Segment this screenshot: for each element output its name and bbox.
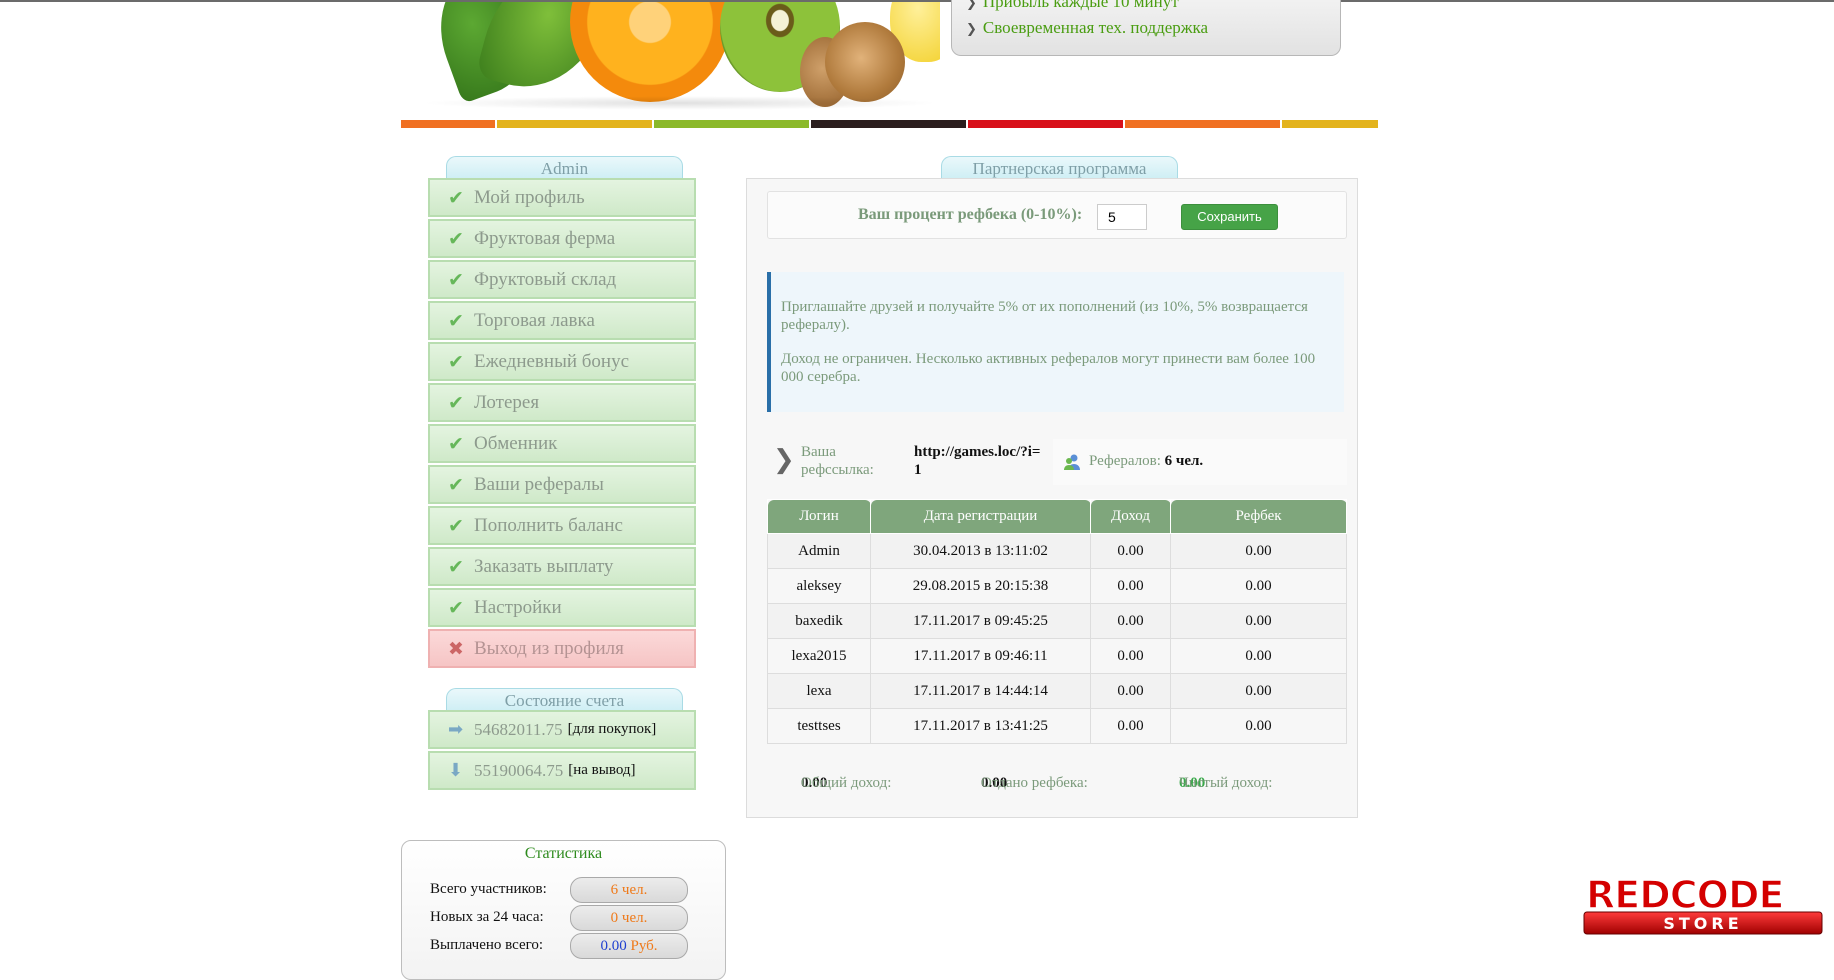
- column-header: Доход: [1090, 499, 1171, 534]
- stat-label: Выплачено всего:: [430, 937, 544, 953]
- check-icon: ✔: [448, 432, 464, 455]
- sidebar-item-exchange[interactable]: ✔ Обменник: [428, 424, 696, 463]
- users-icon: [1064, 454, 1080, 470]
- column-header: Логин: [767, 499, 871, 534]
- chevron-right-icon: ❯: [966, 0, 977, 11]
- stat-label: Новых за 24 часа:: [430, 909, 544, 925]
- net-income: Чистый доход: 0.00: [1179, 775, 1273, 791]
- table-row: lexa 17.11.2017 в 14:44:14 0.00 0.00: [767, 673, 1347, 709]
- column-header: Рефбек: [1170, 499, 1347, 534]
- table-row: Admin 30.04.2013 в 13:11:02 0.00 0.00: [767, 533, 1347, 569]
- statistics-box: Статистика Всего участников: 6 чел. Новы…: [401, 840, 726, 980]
- feature-item: ❯ Своевременная тех. поддержка: [966, 18, 1209, 37]
- column-header: Дата регистрации: [870, 499, 1091, 534]
- check-icon: ✔: [448, 555, 464, 578]
- arrow-right-icon: ➡: [448, 719, 464, 740]
- refback-label: Ваш процент рефбека (0-10%):: [858, 206, 1083, 223]
- stat-label: Всего участников:: [430, 881, 547, 897]
- referrals-table: Логин Дата регистрации Доход Рефбек Admi…: [767, 499, 1347, 744]
- chevron-right-icon: ❯: [966, 22, 977, 37]
- ref-link-label: Ваша рефссылка:: [801, 444, 874, 478]
- check-icon: ✔: [448, 227, 464, 250]
- redcode-store-logo: REDCODE STORE: [1583, 872, 1823, 935]
- info-text: Доход не ограничен. Несколько активных р…: [781, 351, 1316, 385]
- ref-link[interactable]: http://games.loc/?i=1: [914, 443, 1044, 479]
- sidebar-item-referrals[interactable]: ✔ Ваши рефералы: [428, 465, 696, 504]
- account-title: Состояние счета: [446, 688, 683, 712]
- stat-value: 0 чел.: [570, 905, 688, 931]
- purchase-balance: ➡ 54682011.75 [для покупок]: [428, 710, 696, 749]
- check-icon: ✔: [448, 268, 464, 291]
- stat-value: 0.00 Руб.: [570, 933, 688, 959]
- chevron-right-icon: ❯: [773, 445, 795, 475]
- sidebar-item-market[interactable]: ✔ Торговая лавка: [428, 301, 696, 340]
- check-icon: ✔: [448, 309, 464, 332]
- table-row: baxedik 17.11.2017 в 09:45:25 0.00 0.00: [767, 603, 1347, 639]
- refback-form: Ваш процент рефбека (0-10%): Сохранить: [767, 191, 1347, 239]
- check-icon: ✔: [448, 596, 464, 619]
- sidebar-item-lottery[interactable]: ✔ Лотерея: [428, 383, 696, 422]
- sidebar-item-withdraw[interactable]: ✔ Заказать выплату: [428, 547, 696, 586]
- total-income: Общий доход: 0.00: [801, 775, 892, 791]
- check-icon: ✔: [448, 514, 464, 537]
- logo-subtext: STORE: [1663, 914, 1742, 933]
- sidebar-item-deposit[interactable]: ✔ Пополнить баланс: [428, 506, 696, 545]
- statistics-title: Статистика: [524, 845, 603, 862]
- referral-link-row: ❯ Ваша рефссылка: http://games.loc/?i=1 …: [767, 437, 1347, 493]
- check-icon: ✔: [448, 391, 464, 414]
- sidebar-item-fruit-warehouse[interactable]: ✔ Фруктовый склад: [428, 260, 696, 299]
- logo-text: REDCODE: [1586, 873, 1783, 917]
- header-banner: [420, 2, 940, 114]
- logout-button[interactable]: ✖ Выход из профиля: [428, 629, 696, 668]
- info-box: Приглашайте друзей и получайте 5% от их …: [767, 272, 1344, 412]
- walnut-image: [825, 22, 905, 102]
- refback-input[interactable]: [1097, 204, 1147, 230]
- sidebar-menu: ✔ Мой профиль ✔ Фруктовая ферма ✔ Фруктовый…: [428, 178, 696, 670]
- stat-value: 6 чел.: [570, 877, 688, 903]
- features-box: ❯ Прибыль каждые 10 минут ❯ Своевременная …: [951, 0, 1341, 56]
- check-icon: ✔: [448, 350, 464, 373]
- partner-title: Партнерская программа: [941, 156, 1178, 180]
- sidebar-item-settings[interactable]: ✔ Настройки: [428, 588, 696, 627]
- save-button[interactable]: Сохранить: [1181, 204, 1278, 230]
- orange-image: [570, 2, 730, 102]
- sidebar-title: Admin: [446, 156, 683, 180]
- account-balance: ➡ 54682011.75 [для покупок] ⬇ 55190064.75 [н…: [428, 710, 696, 792]
- check-icon: ✔: [448, 473, 464, 496]
- sidebar-item-profile[interactable]: ✔ Мой профиль: [428, 178, 696, 217]
- cross-icon: ✖: [448, 637, 464, 660]
- table-row: aleksey 29.08.2015 в 20:15:38 0.00 0.00: [767, 568, 1347, 604]
- arrow-down-icon: ⬇: [448, 760, 464, 781]
- feature-item: ❯ Прибыль каждые 10 минут: [966, 0, 1326, 16]
- refback-given: Отдано рефбека: 0.00: [981, 775, 1088, 791]
- check-icon: ✔: [448, 186, 464, 209]
- info-text: Приглашайте друзей и получайте 5% от их …: [781, 299, 1308, 333]
- partner-panel: Ваш процент рефбека (0-10%): Сохранить П…: [746, 178, 1358, 818]
- color-strip: [401, 120, 1378, 128]
- table-header-row: Логин Дата регистрации Доход Рефбек: [767, 499, 1347, 534]
- table-row: testtses 17.11.2017 в 13:41:25 0.00 0.00: [767, 708, 1347, 744]
- sidebar-item-daily-bonus[interactable]: ✔ Ежедневный бонус: [428, 342, 696, 381]
- referrals-count: Рефералов: 6 чел.: [1053, 439, 1347, 485]
- withdraw-balance: ⬇ 55190064.75 [на вывод]: [428, 751, 696, 790]
- sidebar-item-fruit-farm[interactable]: ✔ Фруктовая ферма: [428, 219, 696, 258]
- table-row: lexa2015 17.11.2017 в 09:46:11 0.00 0.00: [767, 638, 1347, 674]
